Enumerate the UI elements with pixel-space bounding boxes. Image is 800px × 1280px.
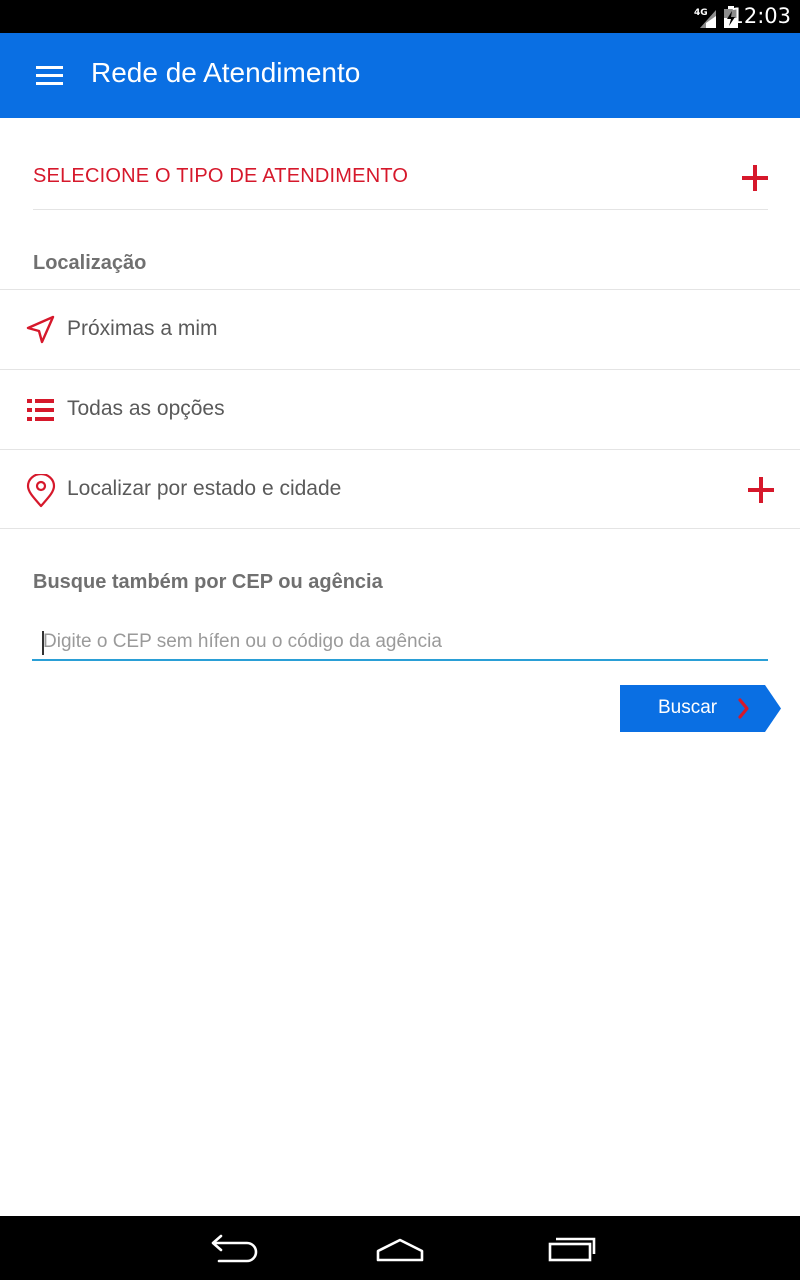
option-label: Todas as opções — [67, 397, 225, 420]
search-button-label: Buscar — [658, 697, 718, 718]
list-icon — [25, 394, 57, 426]
plus-icon[interactable] — [742, 165, 768, 191]
search-button[interactable]: Buscar — [620, 685, 781, 732]
back-icon[interactable] — [203, 1230, 259, 1266]
option-all[interactable]: Todas as opções — [0, 369, 800, 449]
page-title: Rede de Atendimento — [91, 57, 361, 88]
location-section-title: Localização — [33, 252, 147, 274]
system-nav-bar — [0, 1216, 800, 1280]
status-bar: 4G 12:03 — [0, 0, 800, 33]
option-label: Localizar por estado e cidade — [67, 477, 342, 500]
hamburger-menu-icon[interactable] — [24, 53, 76, 97]
navigation-arrow-icon — [25, 314, 57, 346]
option-near-me[interactable]: Próximas a mim — [0, 289, 800, 369]
map-pin-icon — [25, 472, 57, 508]
status-time: 12:03 — [730, 4, 791, 28]
app-bar: Rede de Atendimento — [0, 33, 800, 118]
cep-search-input[interactable] — [32, 624, 768, 661]
option-label: Próximas a mim — [67, 317, 218, 340]
plus-icon[interactable] — [748, 477, 774, 503]
service-type-selector[interactable]: SELECIONE O TIPO DE ATENDIMENTO — [33, 138, 768, 210]
svg-text:4G: 4G — [694, 8, 708, 18]
signal-4g-icon: 4G — [694, 8, 716, 28]
text-caret — [42, 631, 44, 655]
option-state-city[interactable]: Localizar por estado e cidade — [0, 449, 800, 529]
service-type-label: SELECIONE O TIPO DE ATENDIMENTO — [33, 165, 409, 187]
home-icon[interactable] — [372, 1230, 428, 1266]
recent-apps-icon[interactable] — [544, 1230, 600, 1266]
cep-section-title: Busque também por CEP ou agência — [33, 571, 383, 593]
